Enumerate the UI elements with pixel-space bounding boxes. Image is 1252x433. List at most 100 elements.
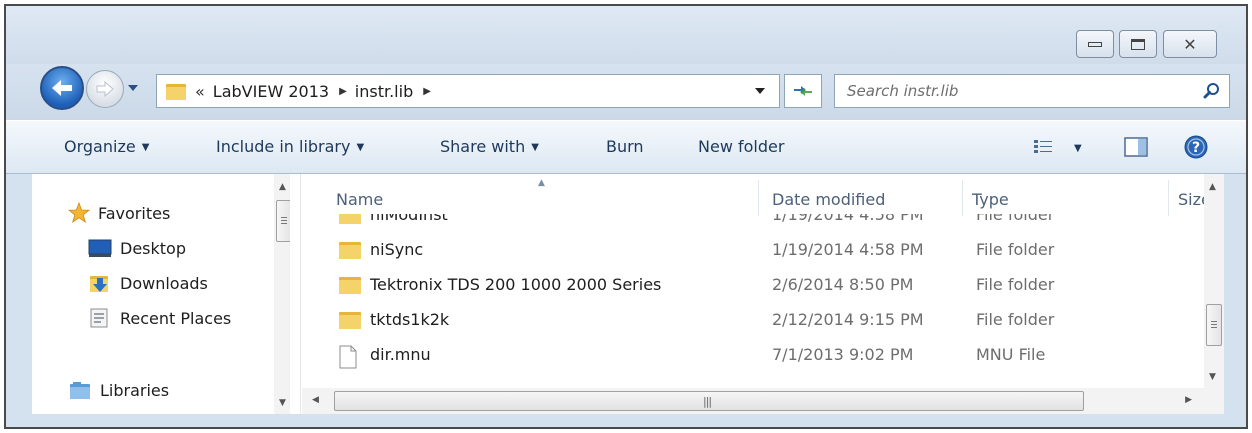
column-header-date-modified[interactable]: Date modified bbox=[772, 190, 885, 209]
minimize-button[interactable] bbox=[1076, 30, 1114, 58]
file-type: File folder bbox=[976, 240, 1055, 259]
grip-line bbox=[1211, 327, 1217, 328]
scroll-down-icon[interactable]: ▼ bbox=[279, 398, 286, 408]
nav-desktop-label: Desktop bbox=[120, 238, 186, 258]
scroll-right-icon[interactable]: ▶ bbox=[1185, 395, 1192, 405]
nav-favorites[interactable]: Favorites bbox=[68, 198, 170, 228]
burn-button[interactable]: Burn bbox=[606, 137, 644, 156]
list-item[interactable]: Tektronix TDS 200 1000 2000 Series 2/6/2… bbox=[302, 268, 1202, 303]
navigation-pane-scrollbar[interactable]: ▲ ▼ bbox=[274, 174, 290, 414]
file-name: niModInst bbox=[370, 214, 448, 224]
file-date-modified: 2/12/2014 9:15 PM bbox=[772, 310, 924, 329]
include-in-library-menu[interactable]: Include in library ▼ bbox=[216, 137, 364, 156]
include-in-library-label: Include in library bbox=[216, 137, 351, 156]
grip-line bbox=[281, 223, 287, 224]
nav-downloads-label: Downloads bbox=[120, 273, 208, 293]
nav-downloads[interactable]: Downloads bbox=[88, 268, 208, 298]
file-list-pane: ▲ Name Date modified Type Size niModInst… bbox=[302, 174, 1224, 414]
refresh-button[interactable] bbox=[784, 74, 822, 108]
file-date-modified: 1/19/2014 4:58 PM bbox=[772, 214, 924, 224]
file-date-modified: 7/1/2013 9:02 PM bbox=[772, 345, 914, 364]
scrollbar-thumb[interactable] bbox=[276, 200, 290, 242]
list-item[interactable]: dir.mnu 7/1/2013 9:02 PM MNU File bbox=[302, 338, 1202, 373]
nav-libraries[interactable]: Libraries bbox=[68, 375, 169, 405]
navigation-bar: « LabVIEW 2013 ▶ instr.lib ▶ bbox=[6, 64, 1246, 120]
list-item[interactable]: niModInst 1/19/2014 4:58 PM File folder bbox=[302, 214, 1202, 233]
help-icon[interactable]: ? bbox=[1184, 135, 1208, 159]
star-icon bbox=[68, 202, 90, 223]
share-with-menu[interactable]: Share with ▼ bbox=[440, 137, 539, 156]
file-list: niModInst 1/19/2014 4:58 PM File folder … bbox=[302, 214, 1202, 384]
navigation-pane: Favorites Desktop Downloads Recent Place… bbox=[32, 174, 290, 414]
nav-recent-places-label: Recent Places bbox=[120, 308, 232, 328]
change-view-icon[interactable] bbox=[1034, 139, 1052, 155]
column-header-type[interactable]: Type bbox=[972, 190, 1009, 209]
grip-line bbox=[281, 220, 287, 221]
content-area: Favorites Desktop Downloads Recent Place… bbox=[32, 174, 1224, 414]
file-type: MNU File bbox=[976, 345, 1046, 364]
file-name: dir.mnu bbox=[370, 345, 431, 364]
file-type: File folder bbox=[976, 310, 1055, 329]
close-button[interactable]: ✕ bbox=[1163, 30, 1217, 58]
list-item[interactable]: tktds1k2k 2/12/2014 9:15 PM File folder bbox=[302, 303, 1202, 338]
pane-divider[interactable] bbox=[300, 174, 301, 414]
file-list-horizontal-scrollbar[interactable]: ◀ ||| ▶ bbox=[302, 388, 1224, 414]
breadcrumb-instr-lib[interactable]: instr.lib bbox=[355, 82, 413, 101]
file-type: File folder bbox=[976, 214, 1055, 224]
grip-icon: ||| bbox=[703, 395, 712, 408]
address-overflow-icon[interactable]: « bbox=[195, 82, 205, 101]
view-options-chevron-icon[interactable]: ▼ bbox=[1074, 143, 1082, 154]
folder-icon bbox=[339, 214, 361, 224]
nav-favorites-label: Favorites bbox=[98, 203, 171, 223]
folder-icon bbox=[339, 277, 361, 294]
column-separator[interactable] bbox=[962, 180, 963, 216]
scrollbar-thumb[interactable] bbox=[1206, 304, 1222, 346]
file-date-modified: 1/19/2014 4:58 PM bbox=[772, 240, 924, 259]
address-dropdown-icon[interactable] bbox=[755, 87, 765, 95]
search-input[interactable] bbox=[835, 75, 1185, 107]
title-bar: ✕ bbox=[6, 6, 1246, 64]
history-dropdown-icon[interactable] bbox=[127, 82, 139, 94]
libraries-icon bbox=[70, 382, 90, 399]
sort-ascending-icon: ▲ bbox=[538, 178, 545, 188]
file-list-vertical-scrollbar[interactable]: ▲ ▼ bbox=[1204, 174, 1224, 388]
list-item[interactable]: niSync 1/19/2014 4:58 PM File folder bbox=[302, 233, 1202, 268]
file-name: tktds1k2k bbox=[370, 310, 450, 329]
scroll-left-icon[interactable]: ◀ bbox=[312, 395, 319, 405]
preview-pane-icon[interactable] bbox=[1124, 137, 1148, 157]
organize-menu[interactable]: Organize ▼ bbox=[64, 137, 149, 156]
maximize-icon bbox=[1131, 38, 1145, 50]
breadcrumb-separator-icon[interactable]: ▶ bbox=[423, 86, 431, 97]
horizontal-scrollbar-thumb[interactable]: ||| bbox=[334, 391, 1084, 411]
maximize-button[interactable] bbox=[1119, 30, 1157, 58]
scroll-down-icon[interactable]: ▼ bbox=[1209, 372, 1216, 382]
refresh-icon bbox=[794, 86, 812, 96]
back-arrow-icon bbox=[52, 80, 72, 96]
search-icon[interactable] bbox=[1203, 82, 1221, 100]
file-name: niSync bbox=[370, 240, 424, 259]
organize-label: Organize bbox=[64, 137, 136, 156]
share-with-label: Share with bbox=[440, 137, 526, 156]
scroll-up-icon[interactable]: ▲ bbox=[1209, 182, 1216, 192]
grip-line bbox=[281, 217, 287, 218]
address-bar[interactable]: « LabVIEW 2013 ▶ instr.lib ▶ bbox=[156, 74, 780, 108]
file-type: File folder bbox=[976, 275, 1055, 294]
breadcrumb-labview-2013[interactable]: LabVIEW 2013 bbox=[213, 82, 329, 101]
back-button[interactable] bbox=[40, 66, 84, 110]
search-box bbox=[834, 74, 1230, 108]
window-bottom-border bbox=[6, 414, 1246, 427]
downloads-icon bbox=[90, 276, 108, 292]
column-separator[interactable] bbox=[1168, 180, 1169, 216]
column-separator[interactable] bbox=[758, 180, 759, 216]
column-header-name[interactable]: Name bbox=[336, 190, 383, 209]
new-folder-button[interactable]: New folder bbox=[698, 137, 784, 156]
desktop-icon bbox=[88, 239, 112, 257]
nav-desktop[interactable]: Desktop bbox=[88, 233, 186, 263]
scroll-up-icon[interactable]: ▲ bbox=[279, 182, 286, 192]
nav-libraries-label: Libraries bbox=[100, 380, 170, 400]
nav-recent-places[interactable]: Recent Places bbox=[88, 303, 231, 333]
breadcrumb-separator-icon[interactable]: ▶ bbox=[339, 86, 347, 97]
chevron-down-icon: ▼ bbox=[356, 142, 365, 153]
forward-button[interactable] bbox=[86, 70, 124, 108]
chevron-down-icon: ▼ bbox=[531, 142, 539, 153]
